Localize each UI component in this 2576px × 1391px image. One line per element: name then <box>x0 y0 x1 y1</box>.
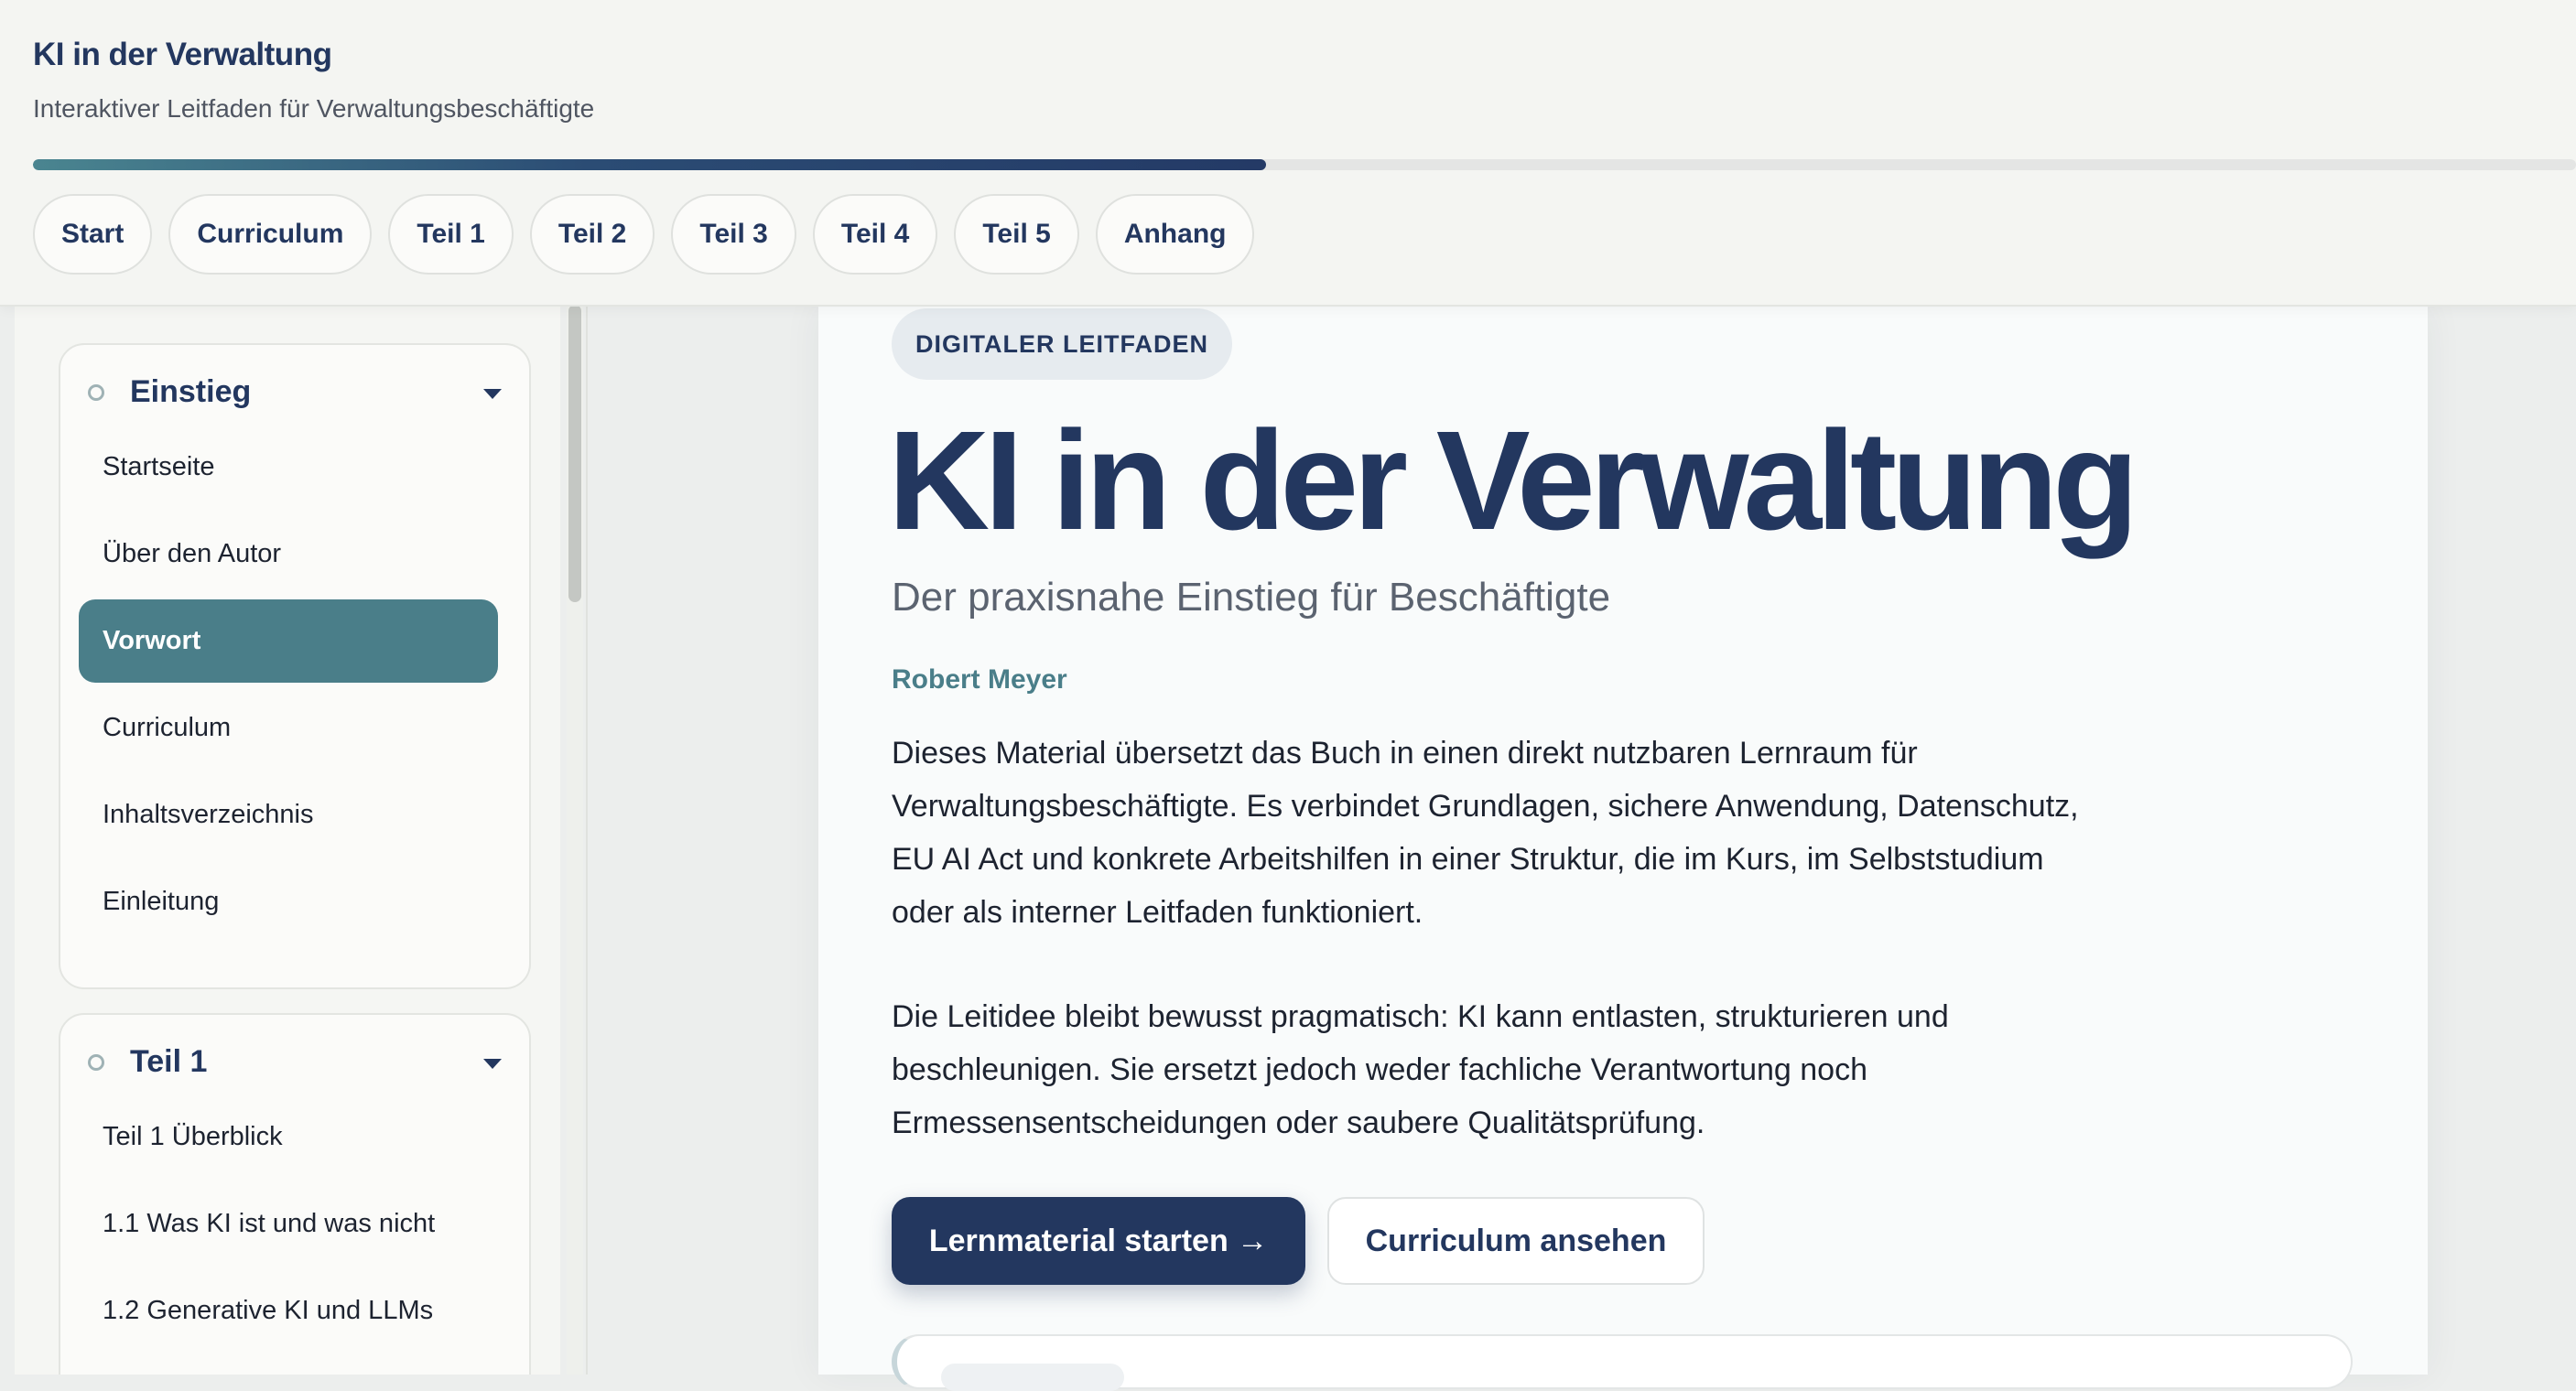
page-subtitle: Der praxisnahe Einstieg für Beschäftigte <box>892 575 1611 620</box>
nav-tab-teil-2[interactable]: Teil 2 <box>529 194 655 275</box>
sidebar-item-1-2[interactable]: 1.2 Generative KI und LLMs <box>79 1269 498 1353</box>
start-learning-button[interactable]: Lernmaterial starten → <box>892 1197 1305 1285</box>
sidebar-item-inhaltsverzeichnis[interactable]: Inhaltsverzeichnis <box>79 773 498 857</box>
sidebar-scrollbar[interactable] <box>567 305 583 1375</box>
toc-group-title: Einstieg <box>130 374 252 409</box>
sidebar-item-ueber-den-autor[interactable]: Über den Autor <box>79 512 498 596</box>
sidebar-toc: Einstieg Startseite Über den Autor Vorwo… <box>15 305 560 1375</box>
reading-progress-fill <box>33 159 1267 170</box>
nav-tab-curriculum[interactable]: Curriculum <box>168 194 373 275</box>
nav-tab-teil-1[interactable]: Teil 1 <box>388 194 514 275</box>
nav-tab-teil-5[interactable]: Teil 5 <box>954 194 1079 275</box>
author-name: Robert Meyer <box>892 664 1067 695</box>
nav-tab-teil-3[interactable]: Teil 3 <box>671 194 796 275</box>
sidebar-item-vorwort[interactable]: Vorwort <box>79 599 498 683</box>
page-title: KI in der Verwaltung <box>888 402 2138 559</box>
intro-paragraph: Die Leitidee bleibt bewusst pragmatisch:… <box>892 999 1949 1140</box>
next-section-card[interactable] <box>892 1334 2353 1391</box>
section-badge: DIGITALER LEITFADEN <box>892 308 1232 380</box>
next-card-badge <box>941 1364 1124 1391</box>
sidebar-divider <box>586 305 588 1375</box>
app-title[interactable]: KI in der Verwaltung <box>33 37 332 73</box>
chevron-down-icon[interactable] <box>483 389 502 399</box>
sidebar-item-1-1[interactable]: 1.1 Was KI ist und was nicht <box>79 1182 498 1266</box>
sidebar-item-teil-1-ueberblick[interactable]: Teil 1 Überblick <box>79 1095 498 1179</box>
reading-progress-bar <box>33 159 2576 170</box>
intro-paragraph: Dieses Material übersetzt das Buch in ei… <box>892 736 2079 930</box>
sidebar-item-startseite[interactable]: Startseite <box>79 426 498 509</box>
nav-tab-teil-4[interactable]: Teil 4 <box>812 194 938 275</box>
toc-group-title: Teil 1 <box>130 1044 208 1079</box>
nav-tab-start[interactable]: Start <box>33 194 153 275</box>
progress-circle-icon <box>88 1054 104 1071</box>
sidebar-scrollbar-thumb[interactable] <box>568 305 581 602</box>
app-header: KI in der Verwaltung Interaktiver Leitfa… <box>0 0 2576 307</box>
nav-tab-anhang[interactable]: Anhang <box>1095 194 1255 275</box>
app-subtitle: Interaktiver Leitfaden für Verwaltungsbe… <box>33 94 595 123</box>
sidebar-item-curriculum[interactable]: Curriculum <box>79 686 498 770</box>
toc-group-teil-1: Teil 1 Teil 1 Überblick 1.1 Was KI ist u… <box>59 1013 531 1375</box>
section-nav: Start Curriculum Teil 1 Teil 2 Teil 3 Te… <box>33 194 1255 275</box>
view-curriculum-button[interactable]: Curriculum ansehen <box>1327 1197 1705 1285</box>
sidebar-item-einleitung[interactable]: Einleitung <box>79 860 498 944</box>
toc-group-einstieg: Einstieg Startseite Über den Autor Vorwo… <box>59 343 531 989</box>
progress-circle-icon <box>88 384 104 401</box>
chevron-down-icon[interactable] <box>483 1059 502 1069</box>
